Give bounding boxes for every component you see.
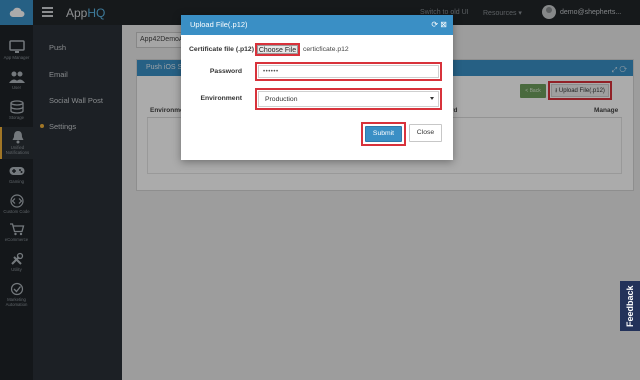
refresh-icon[interactable]: ⟳: [431, 20, 438, 29]
submit-highlight: Submit: [361, 122, 406, 146]
certificate-label: Certificate file (.p12): [189, 46, 254, 53]
password-label: Password: [209, 68, 242, 75]
environment-label: Environment: [200, 95, 242, 102]
environment-highlight: Production: [255, 88, 442, 110]
upload-file-modal: Upload File(.p12) ⟳ ⊠ Certificate file (…: [181, 15, 453, 160]
environment-select[interactable]: Production: [258, 91, 439, 107]
modal-title: Upload File(.p12): [190, 20, 248, 29]
feedback-tab[interactable]: Feedback: [620, 281, 640, 331]
password-field[interactable]: ••••••: [258, 65, 439, 78]
selected-file-name: certicficate.p12: [303, 46, 349, 53]
choose-file-button[interactable]: Choose File: [257, 45, 298, 54]
close-button[interactable]: Close: [409, 124, 442, 142]
modal-header: Upload File(.p12) ⟳ ⊠: [181, 15, 453, 35]
modal-tools: ⟳ ⊠: [431, 15, 447, 35]
chevron-down-icon: [430, 97, 434, 100]
password-highlight: ••••••: [255, 62, 442, 81]
submit-button[interactable]: Submit: [365, 126, 402, 142]
choose-file-highlight: Choose File: [255, 43, 300, 56]
close-icon[interactable]: ⊠: [440, 20, 447, 29]
